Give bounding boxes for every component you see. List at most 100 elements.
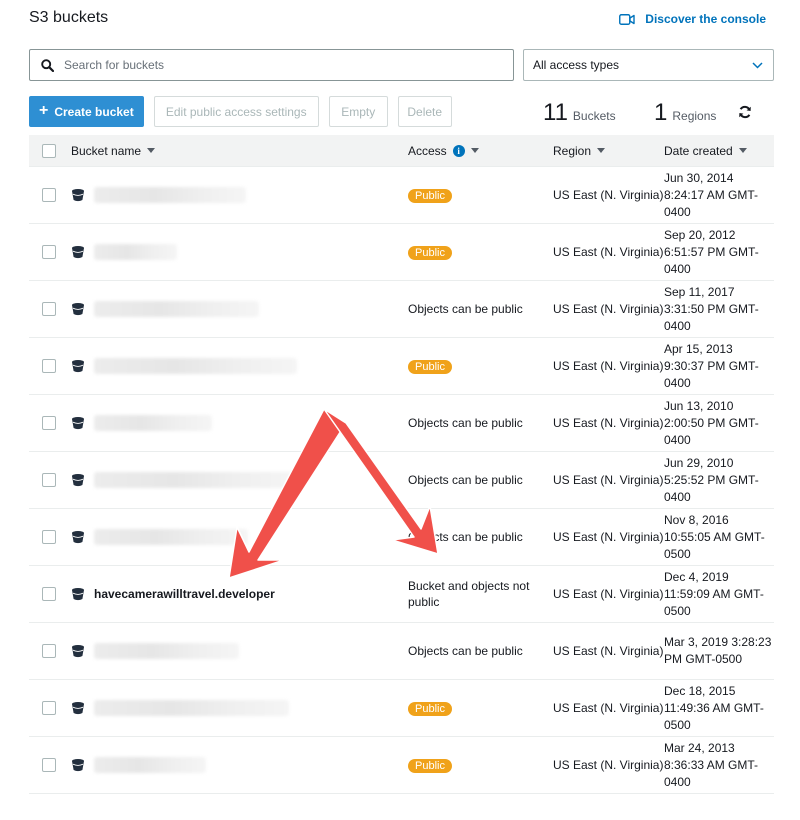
plus-icon: +: [39, 102, 49, 119]
row-checkbox[interactable]: [42, 473, 56, 487]
bucket-icon: [72, 417, 84, 430]
row-checkbox-cell: [29, 245, 69, 259]
sort-caret-icon: [147, 148, 156, 153]
discover-console-link[interactable]: Discover the console: [619, 12, 766, 26]
bucket-name-cell: [69, 472, 408, 488]
access-cell: Public: [408, 359, 553, 374]
sort-caret-icon: [738, 148, 747, 153]
buckets-count: 11 Buckets: [543, 99, 616, 127]
bucket-icon: [72, 303, 84, 316]
table-row[interactable]: Public US East (N. Virginia) Sep 20, 201…: [29, 224, 774, 281]
bucket-icon: [72, 588, 84, 601]
table-row[interactable]: Objects can be public US East (N. Virgin…: [29, 281, 774, 338]
region-cell: US East (N. Virginia): [553, 358, 664, 373]
access-text: Objects can be public: [408, 473, 523, 487]
row-checkbox-cell: [29, 188, 69, 202]
column-region[interactable]: Region: [553, 135, 664, 166]
column-access-label: Access: [408, 143, 447, 158]
date-created-cell: Jun 13, 2010 2:00:50 PM GMT-0400: [664, 398, 759, 447]
redacted-bucket-name: [94, 415, 212, 431]
bucket-name-cell: [69, 244, 408, 260]
table-row[interactable]: Objects can be public US East (N. Virgin…: [29, 509, 774, 566]
column-access[interactable]: Access i: [408, 135, 553, 166]
column-region-label: Region: [553, 143, 592, 158]
chevron-down-icon: [752, 61, 763, 69]
table-row[interactable]: Objects can be public US East (N. Virgin…: [29, 452, 774, 509]
row-checkbox[interactable]: [42, 530, 56, 544]
table-row[interactable]: Public US East (N. Virginia) Dec 18, 201…: [29, 680, 774, 737]
access-cell: Public: [408, 188, 553, 203]
access-cell: Objects can be public: [408, 301, 553, 317]
buckets-count-value: 11: [543, 99, 568, 126]
access-cell: Objects can be public: [408, 415, 553, 431]
row-checkbox-cell: [29, 473, 69, 487]
access-cell: Objects can be public: [408, 643, 553, 659]
region-cell: US East (N. Virginia): [553, 643, 664, 658]
region-cell: US East (N. Virginia): [553, 244, 664, 259]
search-box[interactable]: [29, 49, 514, 81]
bucket-name-cell: [69, 415, 408, 431]
table-row[interactable]: Public US East (N. Virginia) Mar 24, 201…: [29, 737, 774, 794]
table-body: Public US East (N. Virginia) Jun 30, 201…: [29, 167, 774, 794]
row-checkbox[interactable]: [42, 644, 56, 658]
empty-button[interactable]: Empty: [328, 96, 388, 127]
access-type-selected: All access types: [533, 58, 620, 72]
select-all-checkbox[interactable]: [42, 143, 56, 158]
regions-count-label: Regions: [672, 109, 717, 123]
bucket-name-cell: [69, 529, 408, 545]
table-row[interactable]: havecamerawilltravel.developer Bucket an…: [29, 566, 774, 623]
access-type-select[interactable]: All access types: [523, 49, 774, 81]
buckets-count-label: Buckets: [572, 109, 616, 123]
row-checkbox[interactable]: [42, 188, 56, 202]
redacted-bucket-name: [94, 472, 296, 488]
create-bucket-button[interactable]: + Create bucket: [29, 96, 144, 127]
region-cell: US East (N. Virginia): [553, 529, 664, 544]
redacted-bucket-name: [94, 529, 248, 545]
column-bucket-name-label: Bucket name: [71, 143, 142, 158]
bucket-name-cell: [69, 700, 408, 716]
table-row[interactable]: Public US East (N. Virginia) Apr 15, 201…: [29, 338, 774, 395]
row-checkbox[interactable]: [42, 359, 56, 373]
date-created-cell: Nov 8, 2016 10:55:05 AM GMT-0500: [664, 512, 765, 561]
column-date-created[interactable]: Date created: [664, 135, 774, 166]
redacted-bucket-name: [94, 358, 297, 374]
row-checkbox-cell: [29, 644, 69, 658]
regions-count-value: 1: [654, 99, 668, 126]
table-row[interactable]: Objects can be public US East (N. Virgin…: [29, 623, 774, 680]
search-input[interactable]: [64, 58, 513, 72]
access-cell: Public: [408, 245, 553, 260]
row-checkbox[interactable]: [42, 245, 56, 259]
redacted-bucket-name: [94, 700, 289, 716]
row-checkbox[interactable]: [42, 302, 56, 316]
region-cell: US East (N. Virginia): [553, 301, 664, 316]
bucket-icon: [72, 360, 84, 373]
date-created-cell: Sep 20, 2012 6:51:57 PM GMT-0400: [664, 227, 759, 276]
delete-button[interactable]: Delete: [397, 96, 452, 127]
row-checkbox[interactable]: [42, 701, 56, 715]
bucket-icon: [72, 702, 84, 715]
bucket-name-cell: [69, 301, 408, 317]
row-checkbox-cell: [29, 530, 69, 544]
bucket-icon: [72, 246, 84, 259]
discover-console-label: Discover the console: [645, 12, 766, 26]
row-checkbox[interactable]: [42, 758, 56, 772]
row-checkbox-cell: [29, 302, 69, 316]
redacted-bucket-name: [94, 301, 259, 317]
column-date-created-label: Date created: [664, 143, 733, 158]
page-title: S3 buckets: [29, 9, 109, 26]
refresh-button[interactable]: [738, 105, 752, 124]
info-icon[interactable]: i: [452, 144, 465, 157]
public-badge: Public: [408, 359, 452, 374]
public-badge: Public: [408, 701, 452, 716]
table-row[interactable]: Public US East (N. Virginia) Jun 30, 201…: [29, 167, 774, 224]
column-bucket-name[interactable]: Bucket name: [69, 135, 408, 166]
access-text: Bucket and objects not public: [408, 579, 530, 609]
bucket-name-link[interactable]: havecamerawilltravel.developer: [94, 587, 275, 601]
access-text: Objects can be public: [408, 530, 523, 544]
region-cell: US East (N. Virginia): [553, 586, 664, 601]
table-row[interactable]: Objects can be public US East (N. Virgin…: [29, 395, 774, 452]
row-checkbox[interactable]: [42, 587, 56, 601]
edit-public-access-button[interactable]: Edit public access settings: [153, 96, 319, 127]
date-created-cell: Dec 18, 2015 11:49:36 AM GMT-0500: [664, 683, 764, 732]
row-checkbox[interactable]: [42, 416, 56, 430]
